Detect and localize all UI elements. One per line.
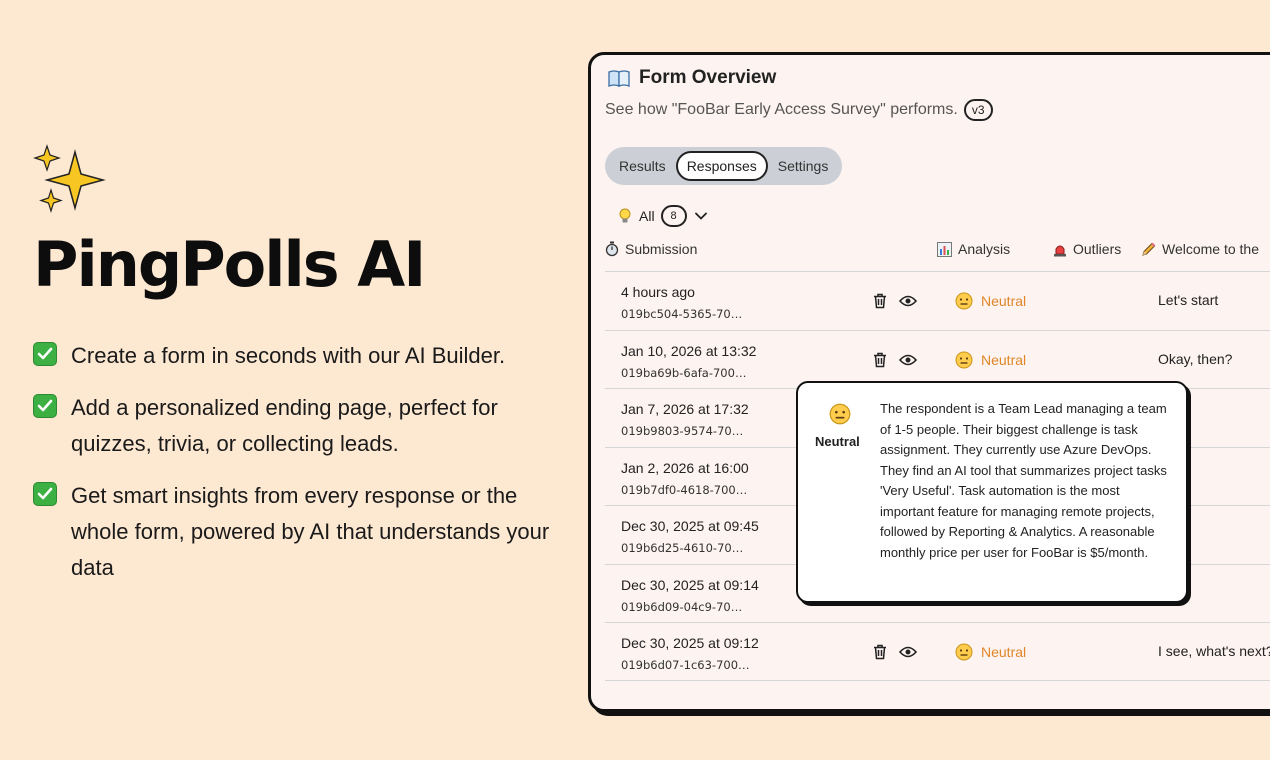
feature-item: Create a form in seconds with our AI Bui…	[33, 338, 563, 374]
welcome-answer: Let's start	[1158, 292, 1219, 308]
analysis-label: Neutral	[981, 351, 1027, 368]
submission-id: 019bc504-5365-70…	[621, 307, 743, 321]
tab-responses[interactable]: Responses	[675, 151, 768, 181]
column-submission[interactable]: Submission	[605, 241, 697, 257]
feature-text: Get smart insights from every response o…	[71, 483, 550, 580]
tab-results[interactable]: Results	[609, 152, 676, 180]
window-title: Form Overview	[608, 67, 776, 89]
submission-time: Dec 30, 2025 at 09:12	[621, 635, 759, 651]
column-welcome[interactable]: Welcome to the	[1141, 241, 1259, 257]
neutral-face-icon	[829, 403, 851, 425]
submission-time: 4 hours ago	[621, 284, 695, 300]
column-outliers[interactable]: Outliers	[1053, 241, 1121, 257]
filter-label: All	[639, 208, 655, 224]
eye-icon[interactable]	[899, 645, 917, 659]
submission-id: 019b6d07-1c63-700…	[621, 658, 750, 672]
analysis-status[interactable]: Neutral	[955, 351, 1026, 369]
window-title-text: Form Overview	[639, 67, 777, 88]
analysis-status[interactable]: Neutral	[955, 643, 1026, 661]
filter-count-badge: 8	[660, 205, 687, 227]
submission-time: Jan 2, 2026 at 16:00	[621, 459, 749, 476]
trash-icon[interactable]	[873, 293, 887, 309]
bar-chart-icon	[937, 241, 952, 257]
check-icon	[33, 342, 57, 366]
eye-icon[interactable]	[899, 353, 917, 367]
feature-text: Add a personalized ending page, perfect …	[71, 395, 498, 456]
check-icon	[33, 394, 57, 418]
submission-id: 019b7df0-4618-700…	[621, 482, 748, 497]
submission-id: 019ba69b-6afa-700…	[621, 365, 747, 380]
neutral-face-icon	[955, 351, 973, 368]
submission-time: Dec 30, 2025 at 09:45	[621, 518, 759, 534]
sparkles-icon	[33, 144, 106, 214]
trash-icon[interactable]	[873, 352, 887, 368]
column-submission-label: Submission	[625, 241, 698, 257]
submission-id: 019b6d25-4610-70…	[621, 541, 744, 555]
window-subtitle: See how "FooBar Early Access Survey" per…	[605, 99, 993, 121]
submission-time: Jan 10, 2026 at 13:32	[621, 342, 757, 359]
feature-item: Add a personalized ending page, perfect …	[33, 390, 563, 462]
tab-settings[interactable]: Settings	[768, 152, 839, 180]
table-row[interactable]: Jan 10, 2026 at 13:32 019ba69b-6afa-700……	[605, 329, 1270, 389]
feature-item: Get smart insights from every response o…	[33, 478, 563, 586]
stopwatch-icon	[605, 241, 619, 257]
subtitle-text: See how "FooBar Early Access Survey" per…	[605, 101, 958, 118]
tooltip-label: Neutral	[815, 434, 860, 449]
page: PingPolls AI Create a form in seconds wi…	[0, 0, 1270, 760]
submission-id: 019b9803-9574-70…	[621, 424, 744, 438]
siren-icon	[1054, 245, 1066, 256]
table-header: Submission Analysis Outliers Welcome to …	[605, 241, 1270, 271]
submission-time: Jan 7, 2026 at 17:32	[621, 401, 749, 417]
column-outliers-label: Outliers	[1073, 241, 1122, 257]
submission-time: Dec 30, 2025 at 09:14	[621, 576, 759, 593]
trash-icon[interactable]	[873, 644, 887, 660]
tab-bar: Results Responses Settings	[605, 147, 843, 185]
welcome-answer: I see, what's next?	[1158, 643, 1270, 659]
analysis-status[interactable]: Neutral	[955, 292, 1026, 310]
column-analysis[interactable]: Analysis	[937, 241, 1010, 257]
welcome-answer: Okay, then?	[1158, 350, 1233, 367]
column-analysis-label: Analysis	[958, 241, 1011, 257]
column-welcome-label: Welcome to the	[1162, 241, 1260, 257]
neutral-face-icon	[955, 292, 973, 310]
version-badge: v3	[963, 99, 993, 121]
lightbulb-icon	[619, 208, 631, 223]
analysis-label: Neutral	[981, 644, 1027, 660]
analysis-label: Neutral	[981, 293, 1027, 309]
brand-title: PingPolls AI	[33, 228, 426, 301]
neutral-face-icon	[955, 643, 973, 661]
table-row[interactable]: Dec 30, 2025 at 09:12 019b6d07-1c63-700……	[605, 622, 1270, 681]
tooltip-summary: The respondent is a Team Lead managing a…	[880, 401, 1167, 560]
chevron-down-icon	[694, 212, 707, 220]
book-icon	[608, 70, 630, 87]
check-icon	[33, 482, 57, 506]
filter-dropdown[interactable]: All 8	[619, 205, 707, 227]
feature-text: Create a form in seconds with our AI Bui…	[71, 343, 506, 368]
eye-icon[interactable]	[899, 294, 917, 308]
analysis-tooltip: Neutral The respondent is a Team Lead ma…	[796, 381, 1188, 603]
feature-list: Create a form in seconds with our AI Bui…	[33, 338, 563, 602]
submission-id: 019b6d09-04c9-70…	[621, 599, 743, 614]
table-row[interactable]: 4 hours ago 019bc504-5365-70… Neutral Le…	[605, 271, 1270, 330]
pencil-icon	[1142, 242, 1156, 256]
